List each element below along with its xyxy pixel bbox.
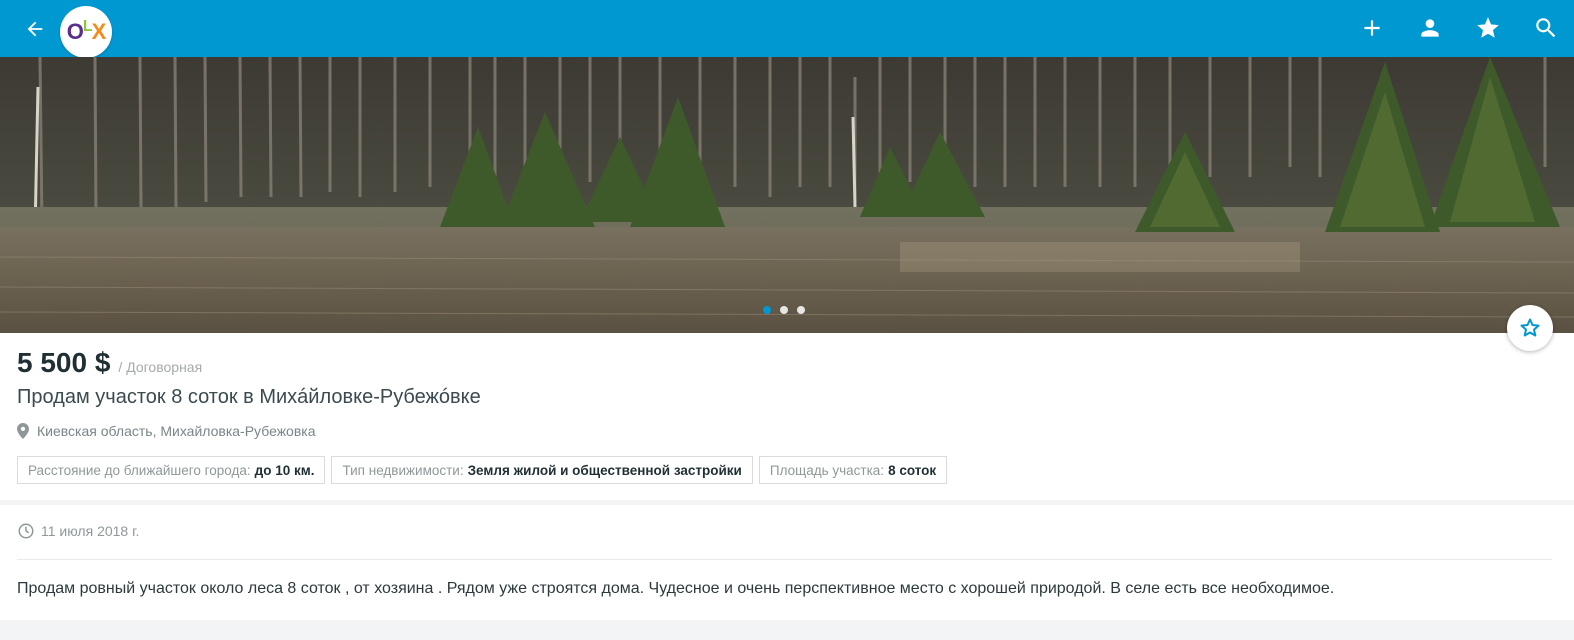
price: 5 500 $ bbox=[17, 347, 111, 378]
param-label: Площадь участка: bbox=[769, 462, 885, 478]
param-area: Площадь участка: 8 соток bbox=[758, 456, 948, 484]
listing-summary-card: 5 500 $ / Договорная Продам участок 8 со… bbox=[0, 333, 1574, 500]
logo-letter-o: O bbox=[66, 19, 84, 44]
add-to-favorites-button[interactable] bbox=[1507, 305, 1553, 351]
clock-icon bbox=[18, 523, 34, 539]
gallery-dot-1[interactable] bbox=[763, 306, 771, 314]
listing-title: Продам участок 8 соток в Михáйловке-Рубе… bbox=[17, 386, 481, 408]
location-text: Киевская область, Михайловка-Рубежовка bbox=[37, 423, 316, 439]
star-icon[interactable] bbox=[1474, 12, 1502, 44]
logo-letter-x: X bbox=[91, 19, 107, 44]
gallery-dot-3[interactable] bbox=[797, 306, 805, 314]
listing-photo[interactable] bbox=[0, 57, 1574, 333]
param-distance: Расстояние до ближайшего города: до 10 к… bbox=[17, 456, 326, 484]
param-property-type: Тип недвижимости: Земля жилой и обществе… bbox=[331, 456, 753, 484]
param-label: Расстояние до ближайшего города: bbox=[28, 462, 251, 478]
search-icon[interactable] bbox=[1532, 12, 1560, 44]
location-pin-icon bbox=[17, 423, 29, 439]
user-icon[interactable] bbox=[1416, 12, 1444, 44]
olx-logo[interactable]: OLX bbox=[60, 6, 112, 58]
gallery-dot-2[interactable] bbox=[780, 306, 788, 314]
plus-icon[interactable] bbox=[1358, 12, 1386, 44]
listing-description: Продам ровный участок около леса 8 соток… bbox=[17, 580, 1335, 597]
logo-letter-l: L bbox=[82, 18, 93, 35]
date-row: 11 июля 2018 г. bbox=[17, 522, 139, 540]
listing-details: 11 июля 2018 г. Продам ровный участок ок… bbox=[0, 505, 1574, 620]
param-label: Тип недвижимости: bbox=[342, 462, 464, 478]
back-arrow-icon[interactable] bbox=[22, 16, 48, 42]
param-value: 8 соток bbox=[888, 462, 937, 478]
star-outline-icon bbox=[1520, 318, 1540, 337]
posted-date: 11 июля 2018 г. bbox=[41, 523, 140, 539]
price-row: 5 500 $ / Договорная bbox=[17, 347, 202, 379]
top-actions bbox=[1358, 12, 1560, 44]
location[interactable]: Киевская область, Михайловка-Рубежовка bbox=[17, 423, 316, 439]
param-value: Земля жилой и общественной застройки bbox=[467, 462, 742, 478]
divider bbox=[17, 559, 1552, 560]
top-app-bar: OLX bbox=[0, 0, 1574, 58]
param-value: до 10 км. bbox=[254, 462, 315, 478]
gallery-dots bbox=[763, 306, 805, 314]
price-negotiable: / Договорная bbox=[118, 359, 203, 375]
params-list: Расстояние до ближайшего города: до 10 к… bbox=[17, 456, 948, 484]
